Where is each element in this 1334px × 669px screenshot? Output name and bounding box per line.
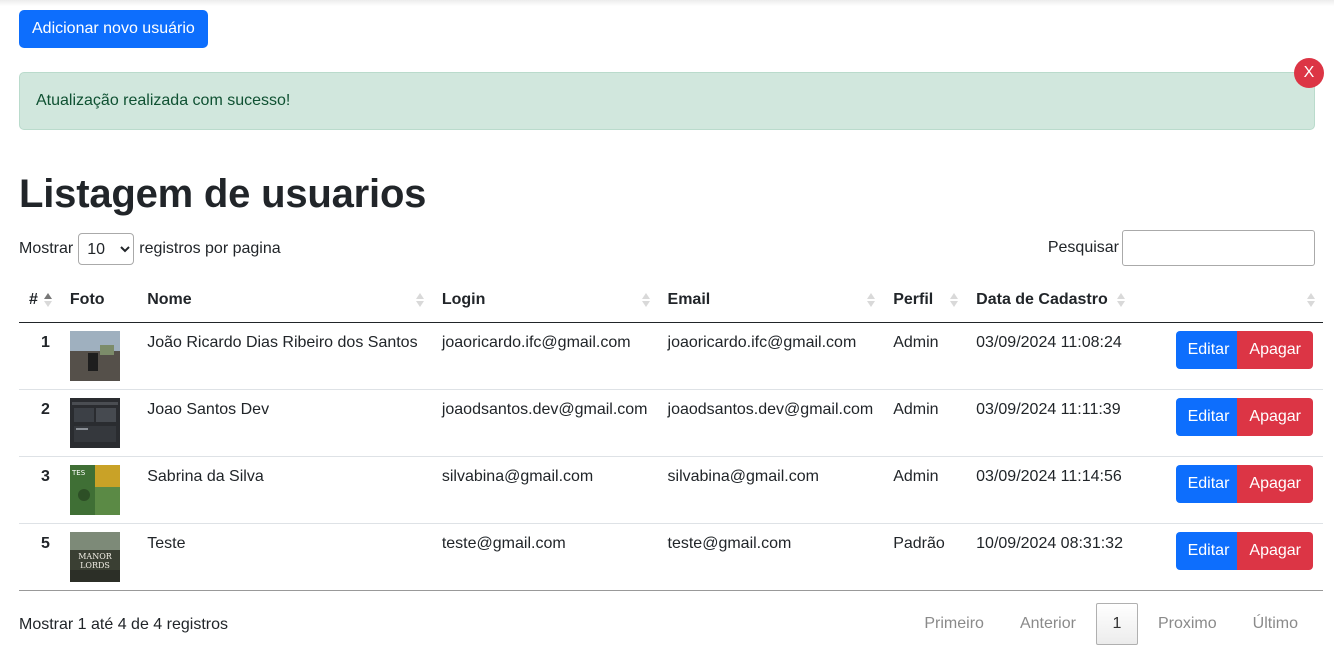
length-suffix-label: registros por pagina [139, 240, 281, 257]
col-header-email[interactable]: Email [657, 279, 884, 323]
col-header-label: # [29, 291, 38, 309]
cell-nome: Sabrina da Silva [137, 456, 432, 524]
thumb-text: MANOR [78, 552, 113, 561]
delete-button[interactable]: Apagar [1237, 531, 1313, 570]
edit-button[interactable]: Editar [1175, 531, 1242, 570]
cell-perfil: Admin [883, 389, 967, 457]
sort-icon [950, 292, 959, 308]
cell-foto [59, 389, 138, 457]
cell-email: joaodsantos.dev@gmail.com [657, 389, 884, 457]
user-photo-thumbnail: MANOR LORDS [69, 531, 120, 582]
cell-actions: Editar Apagar [1132, 523, 1323, 591]
cell-foto: TES [59, 456, 138, 524]
col-header-label: Data de Cadastro [976, 291, 1108, 309]
cell-data: 03/09/2024 11:08:24 [966, 322, 1133, 390]
table-row: 3 TES Sabrina da Silva silvabina@gmail.c… [19, 456, 1323, 524]
cell-actions: Editar Apagar [1132, 322, 1323, 390]
col-header-actions[interactable] [1132, 279, 1323, 323]
sort-icon [43, 292, 52, 308]
search-input[interactable] [1122, 230, 1315, 266]
success-alert: Atualização realizada com sucesso! [19, 72, 1315, 130]
alert-message: Atualização realizada com sucesso! [36, 92, 291, 109]
sort-icon [641, 292, 650, 308]
cell-perfil: Admin [883, 322, 967, 390]
user-photo-thumbnail: TES [69, 464, 120, 515]
cell-email: joaoricardo.ifc@gmail.com [657, 322, 884, 390]
cell-nome: Joao Santos Dev [137, 389, 432, 457]
delete-button[interactable]: Apagar [1237, 464, 1313, 503]
user-photo-thumbnail [69, 330, 120, 381]
cell-id: 3 [19, 456, 60, 524]
pagination-first[interactable]: Primeiro [906, 603, 1002, 645]
cell-nome: Teste [137, 523, 432, 591]
delete-button[interactable]: Apagar [1237, 330, 1313, 369]
search-label: Pesquisar [1047, 239, 1119, 256]
cell-login: joaoricardo.ifc@gmail.com [431, 322, 658, 390]
edit-button[interactable]: Editar [1175, 330, 1242, 369]
pagination-last[interactable]: Último [1235, 603, 1316, 645]
col-header-label: Foto [69, 291, 105, 309]
cell-id: 1 [19, 322, 60, 390]
sort-icon [1116, 292, 1125, 308]
cell-login: joaodsantos.dev@gmail.com [431, 389, 658, 457]
col-header-label: Perfil [893, 291, 934, 309]
cell-login: silvabina@gmail.com [431, 456, 658, 524]
add-user-button[interactable]: Adicionar novo usuário [19, 10, 208, 48]
cell-foto: MANOR LORDS [59, 523, 138, 591]
delete-button[interactable]: Apagar [1237, 397, 1313, 436]
cell-email: silvabina@gmail.com [657, 456, 884, 524]
edit-button[interactable]: Editar [1175, 397, 1242, 436]
col-header-label: Email [667, 291, 711, 309]
table-header-row: # Foto Nome Login Email Perfil Data de C… [19, 279, 1323, 323]
cell-id: 5 [19, 523, 60, 591]
cell-nome: João Ricardo Dias Ribeiro dos Santos [137, 322, 432, 390]
cell-data: 10/09/2024 08:31:32 [966, 523, 1133, 591]
table-row: 1 João Ricardo Dias Ribeiro dos Santos j… [19, 322, 1323, 390]
cell-id: 2 [19, 389, 60, 457]
col-header-data[interactable]: Data de Cadastro [966, 279, 1133, 323]
col-header-perfil[interactable]: Perfil [883, 279, 967, 323]
table-row: 5 MANOR LORDS Teste teste@gmail.com test… [19, 523, 1323, 591]
cell-perfil: Padrão [883, 523, 967, 591]
pagination-previous[interactable]: Anterior [1002, 603, 1094, 645]
col-header-id[interactable]: # [19, 279, 60, 323]
cell-email: teste@gmail.com [657, 523, 884, 591]
thumb-text: LORDS [80, 561, 110, 570]
cell-data: 03/09/2024 11:14:56 [966, 456, 1133, 524]
cell-data: 03/09/2024 11:11:39 [966, 389, 1133, 457]
cell-login: teste@gmail.com [431, 523, 658, 591]
pagination-next[interactable]: Proximo [1140, 603, 1235, 645]
cell-actions: Editar Apagar [1132, 456, 1323, 524]
sort-icon [867, 292, 876, 308]
cell-perfil: Admin [883, 456, 967, 524]
table-info: Mostrar 1 até 4 de 4 registros [19, 616, 228, 633]
col-header-label: Nome [147, 291, 192, 309]
user-photo-thumbnail [69, 397, 120, 448]
table-row: 2 Joao Santos Dev joaodsantos.dev@gmail.… [19, 389, 1323, 457]
col-header-login[interactable]: Login [431, 279, 658, 323]
sort-icon [415, 292, 424, 308]
sort-icon [1307, 292, 1315, 308]
length-prefix-label: Mostrar [19, 240, 74, 257]
page-title: Listagem de usuarios [19, 172, 427, 216]
col-header-label: Login [441, 291, 486, 309]
page-length-select[interactable]: 10 [78, 233, 135, 265]
cell-foto [59, 322, 138, 390]
col-header-nome[interactable]: Nome [137, 279, 432, 323]
col-header-foto: Foto [59, 279, 138, 323]
cell-actions: Editar Apagar [1132, 389, 1323, 457]
top-shadow [0, 0, 1334, 6]
page-length-control: Mostrar 10 registros por pagina [19, 233, 281, 265]
alert-close-button[interactable]: X [1294, 58, 1324, 88]
search-control: Pesquisar [1048, 230, 1315, 266]
thumb-text: TES [71, 469, 86, 477]
pagination: Primeiro Anterior 1 Proximo Último [906, 603, 1316, 645]
pagination-page-current[interactable]: 1 [1095, 603, 1138, 645]
edit-button[interactable]: Editar [1175, 464, 1242, 503]
users-table: # Foto Nome Login Email Perfil Data de C… [19, 279, 1323, 591]
